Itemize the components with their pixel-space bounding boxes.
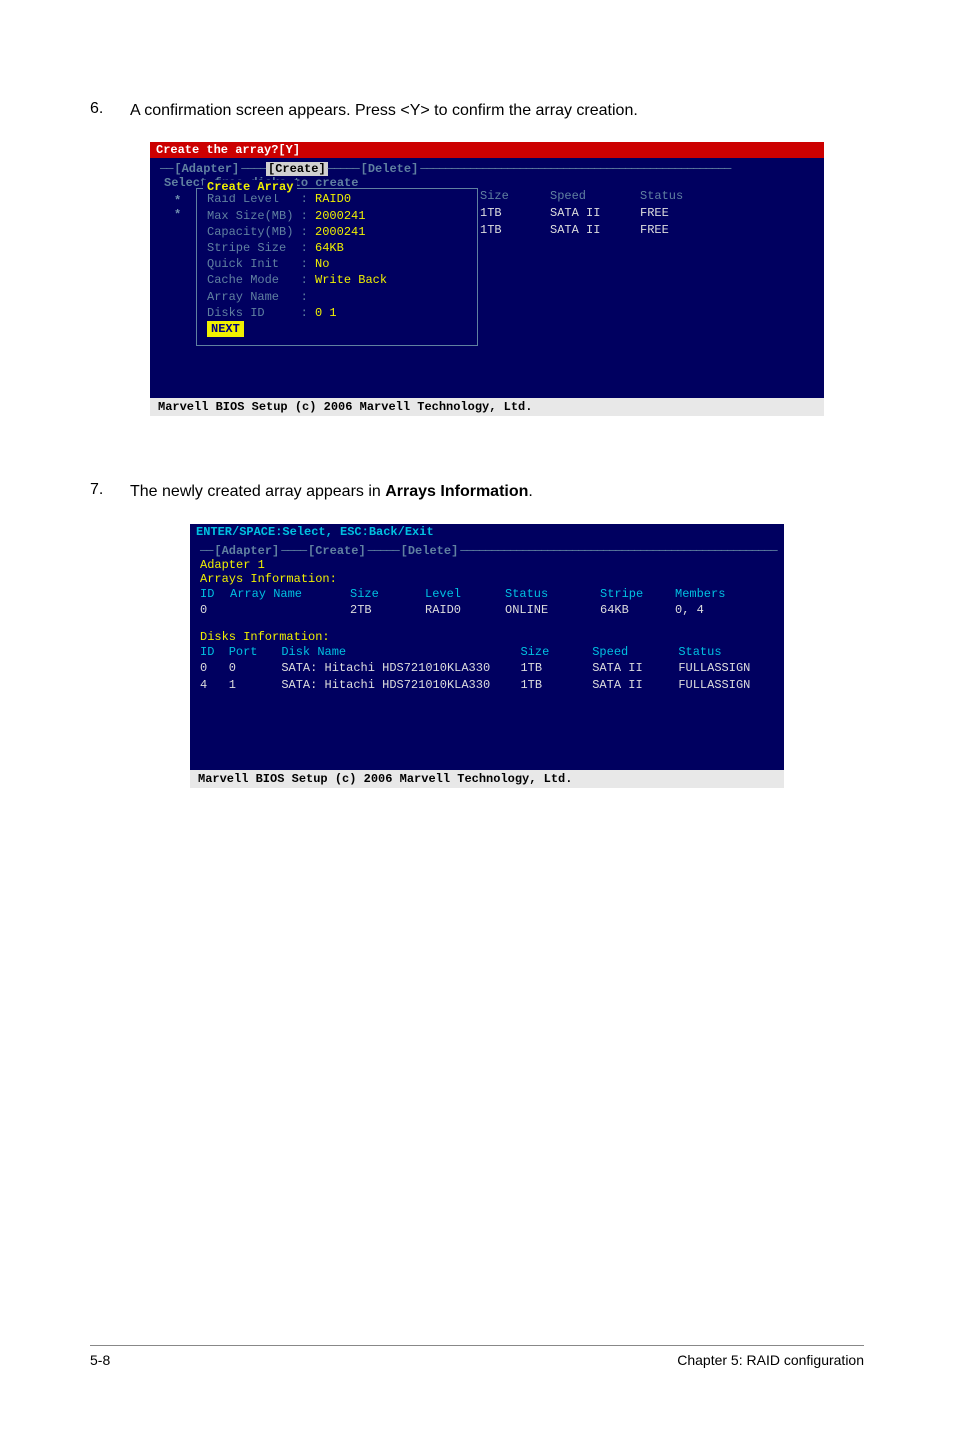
tab2-delete: [Delete] <box>399 544 461 558</box>
bios1-disk-table: Size Speed Status 1TB SATA II FREE 1TB S… <box>480 188 794 238</box>
disk-table-header: Size Speed Status <box>480 188 794 205</box>
disk-star-2: * <box>174 208 181 222</box>
bios2-footer: Marvell BIOS Setup (c) 2006 Marvell Tech… <box>190 770 784 788</box>
disk-row-2: 1TB SATA II FREE <box>480 222 794 239</box>
field-stripe-size: Stripe Size : 64KB <box>207 240 467 256</box>
disks-row-2: 4 1 SATA: Hitachi HDS721010KLA330 1TB SA… <box>200 677 774 693</box>
field-disks-id: Disks ID : 0 1 <box>207 305 467 321</box>
step-7: 7. The newly created array appears in Ar… <box>90 481 864 503</box>
page-number: 5-8 <box>90 1352 110 1368</box>
disks-header-row: ID Port Disk Name Size Speed Status <box>200 644 774 660</box>
step-6: 6. A confirmation screen appears. Press … <box>90 100 864 122</box>
arrays-info-title: Arrays Information: <box>200 572 774 586</box>
field-array-name: Array Name : <box>207 289 467 305</box>
create-array-title: Create Array <box>203 180 297 194</box>
tab2-adapter: [Adapter] <box>212 544 281 558</box>
bios2-tabs: ── [Adapter] ──── [Create] ───── [Delete… <box>200 544 774 558</box>
step-6-number: 6. <box>90 100 130 122</box>
arrays-data-row: 0 2TB RAID0 ONLINE 64KB 0, 4 <box>200 602 774 618</box>
adapter-label: Adapter 1 <box>200 558 774 572</box>
tab-create: [Create] <box>266 162 328 176</box>
disks-info-title: Disks Information: <box>200 630 774 644</box>
step-6-text: A confirmation screen appears. Press <Y>… <box>130 100 638 122</box>
field-cache-mode: Cache Mode : Write Back <box>207 272 467 288</box>
disk-row-1: 1TB SATA II FREE <box>480 205 794 222</box>
create-array-box: Create Array Raid Level : RAID0 Max Size… <box>196 188 478 346</box>
arrays-header-row: ID Array Name Size Level Status Stripe M… <box>200 586 774 602</box>
next-button[interactable]: NEXT <box>207 321 244 337</box>
row-next: NEXT <box>207 321 467 337</box>
disks-row-1: 0 0 SATA: Hitachi HDS721010KLA330 1TB SA… <box>200 660 774 676</box>
bios2-hint: ENTER/SPACE:Select, ESC:Back/Exit <box>190 524 784 540</box>
bios1-title-bar: Create the array?[Y] <box>150 142 824 158</box>
chapter-title: Chapter 5: RAID configuration <box>677 1352 864 1368</box>
bios1-tabs: ── [Adapter] ──── [Create] ───── [Delete… <box>160 162 814 176</box>
tab-delete: [Delete] <box>359 162 421 176</box>
tab-adapter: [Adapter] <box>172 162 241 176</box>
field-capacity: Capacity(MB) : 2000241 <box>207 224 467 240</box>
bios1-panel: ── [Adapter] ──── [Create] ───── [Delete… <box>150 158 824 398</box>
step-7-number: 7. <box>90 481 130 503</box>
tab2-create: [Create] <box>306 544 368 558</box>
bios2-panel: ── [Adapter] ──── [Create] ───── [Delete… <box>190 540 784 770</box>
step-7-text: The newly created array appears in Array… <box>130 481 533 503</box>
disk-star-1: * <box>174 194 181 208</box>
bios-screenshot-2: ENTER/SPACE:Select, ESC:Back/Exit ── [Ad… <box>190 524 784 788</box>
field-max-size: Max Size(MB) : 2000241 <box>207 208 467 224</box>
bios1-footer: Marvell BIOS Setup (c) 2006 Marvell Tech… <box>150 398 824 416</box>
page-footer: 5-8 Chapter 5: RAID configuration <box>90 1345 864 1368</box>
bios-screenshot-1: Create the array?[Y] ── [Adapter] ──── [… <box>150 142 824 416</box>
field-quick-init: Quick Init : No <box>207 256 467 272</box>
